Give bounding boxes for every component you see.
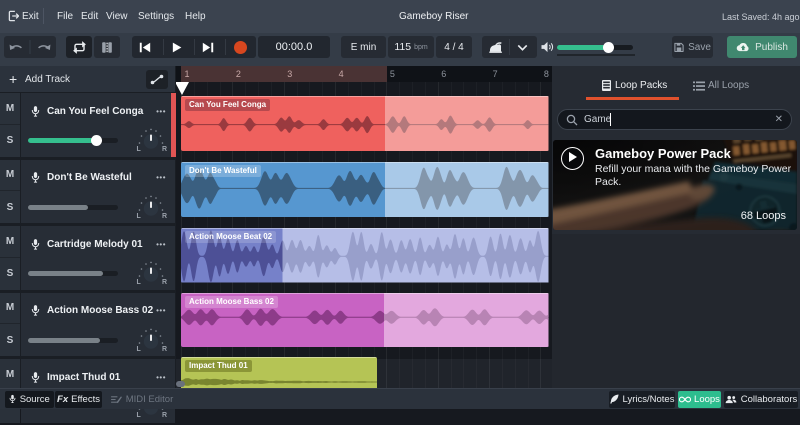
svg-text:R: R xyxy=(162,146,167,153)
svg-text:L: L xyxy=(137,346,142,353)
svg-text:R: R xyxy=(162,412,167,419)
svg-text:L: L xyxy=(137,146,142,153)
svg-text:R: R xyxy=(162,213,167,220)
svg-text:L: L xyxy=(137,213,142,220)
svg-text:L: L xyxy=(137,412,142,419)
svg-text:R: R xyxy=(162,279,167,286)
svg-text:L: L xyxy=(137,279,142,286)
svg-text:R: R xyxy=(162,346,167,353)
